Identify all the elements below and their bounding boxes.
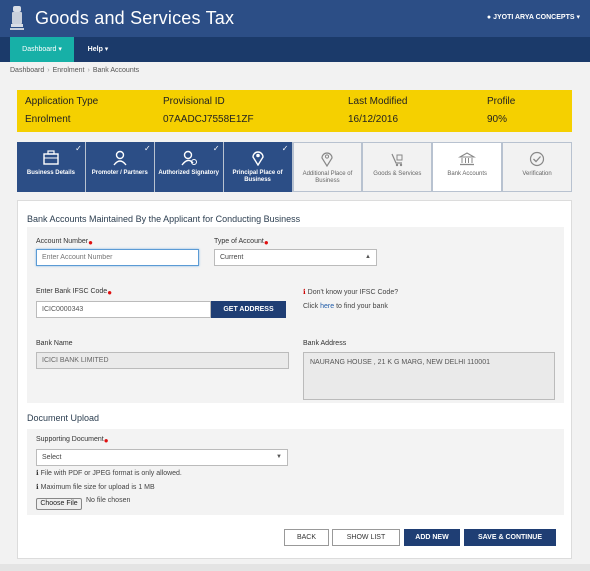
step-authorized-signatory[interactable]: ✓ Authorized Signatory [154, 142, 224, 192]
step-label: Additional Place of Business [302, 171, 353, 184]
nav-dashboard[interactable]: Dashboard ▾ [10, 37, 74, 62]
info-icon: ℹ [303, 289, 306, 296]
step-goods-services[interactable]: Goods & Services [362, 142, 433, 192]
supporting-document-select[interactable]: Select ▼ [36, 449, 288, 466]
step-label: Verification [522, 171, 552, 177]
nav-help-label: Help [87, 46, 103, 53]
goods-cart-icon [391, 153, 403, 167]
format-note: ℹ File with PDF or JPEG format is only al… [36, 470, 182, 477]
breadcrumb-enrolment[interactable]: Enrolment [53, 67, 85, 74]
last-modified-label: Last Modified [348, 96, 408, 107]
bank-section-title: Bank Accounts Maintained By the Applican… [27, 214, 301, 224]
check-icon: ✓ [281, 144, 289, 153]
application-type-value: Enrolment [25, 114, 71, 125]
account-type-label: Type of Account● [214, 238, 269, 247]
back-button[interactable]: BACK [284, 529, 329, 546]
step-label: Goods & Services [373, 171, 422, 177]
provisional-id-value: 07AADCJ7558E1ZF [163, 114, 254, 125]
bank-name-label: Bank Name [36, 340, 73, 347]
ifsc-help-link[interactable]: here [320, 303, 334, 310]
top-header: Goods and Services Tax ● JYOTI ARYA CONC… [0, 0, 590, 37]
size-note: ℹ Maximum file size for upload is 1 MB [36, 484, 155, 491]
save-continue-button[interactable]: SAVE & CONTINUE [464, 529, 556, 546]
step-additional-place[interactable]: Additional Place of Business [292, 142, 363, 192]
breadcrumb-dashboard[interactable]: Dashboard [10, 67, 44, 74]
ifsc-label: Enter Bank IFSC Code● [36, 288, 113, 297]
step-label: Authorized Signatory [158, 170, 220, 176]
select-caret-icon: ▼ [276, 454, 282, 460]
step-label: Bank Accounts [447, 171, 488, 177]
bank-address-field: NAURANG HOUSE , 21 K G MARG, NEW DELHI 1… [303, 352, 555, 400]
footer-strip [0, 564, 590, 571]
check-circle-icon [529, 151, 545, 167]
show-list-button[interactable]: SHOW LIST [332, 529, 400, 546]
application-banner: Application Type Enrolment Provisional I… [17, 90, 572, 132]
ifsc-help-question: ℹ Don't know your IFSC Code? [303, 289, 399, 296]
info-icon: ℹ [36, 470, 39, 477]
account-number-label: Account Number● [36, 238, 93, 247]
supporting-document-value: Select [42, 454, 62, 461]
user-name: JYOTI ARYA CONCEPTS [493, 14, 575, 21]
location-pin-plus-icon [321, 152, 334, 167]
account-type-select[interactable]: Current ▲ [214, 249, 377, 266]
add-new-button[interactable]: ADD NEW [404, 529, 460, 546]
step-label: Business Details [26, 170, 75, 176]
bank-name-field: ICICI BANK LIMITED [36, 352, 289, 369]
document-section-title: Document Upload [27, 413, 100, 423]
step-label: Principal Place of Business [232, 170, 283, 183]
application-type-label: Application Type [25, 96, 99, 107]
ifsc-input[interactable] [36, 301, 211, 318]
step-business-details[interactable]: ✓ Business Details [17, 142, 86, 192]
chevron-down-icon: ▾ [574, 14, 580, 21]
breadcrumb-bank-accounts: Bank Accounts [92, 67, 140, 74]
provisional-id-label: Provisional ID [163, 96, 225, 107]
step-label: Promoter / Partners [91, 170, 148, 176]
briefcase-icon [43, 150, 59, 165]
check-icon: ✓ [144, 144, 151, 153]
location-pin-icon [251, 151, 264, 166]
breadcrumb: Dashboard › Enrolment › Bank Accounts [10, 67, 140, 74]
signatory-icon [181, 150, 197, 166]
chevron-down-icon: ▾ [58, 46, 62, 53]
check-icon: ✓ [75, 144, 82, 153]
profile-value: 90% [487, 114, 508, 125]
no-file-text: No file chosen [86, 497, 131, 504]
last-modified-value: 16/12/2016 [348, 114, 399, 125]
choose-file-button[interactable]: Choose File [36, 498, 82, 510]
account-type-value: Current [220, 254, 244, 261]
person-icon [113, 150, 127, 166]
main-nav: Dashboard ▾ Help ▾ [0, 37, 590, 62]
nav-dashboard-label: Dashboard [22, 46, 57, 53]
user-menu[interactable]: ● JYOTI ARYA CONCEPTS ▾ [487, 13, 580, 21]
select-caret-icon: ▲ [365, 254, 371, 260]
check-icon: ✓ [212, 144, 220, 153]
step-promoter-partners[interactable]: ✓ Promoter / Partners [85, 142, 155, 192]
ifsc-help-link-text: Click here to find your bank [303, 303, 388, 310]
step-principal-place[interactable]: ✓ Principal Place of Business [223, 142, 293, 192]
step-verification[interactable]: Verification [502, 142, 572, 192]
info-icon: ℹ [36, 484, 39, 491]
enrolment-steps: ✓ Business Details ✓ Promoter / Partners… [17, 142, 572, 192]
chevron-down-icon: ▾ [104, 46, 109, 53]
bank-icon [458, 152, 477, 166]
national-emblem-icon [10, 6, 24, 30]
profile-label: Profile [487, 96, 516, 107]
get-address-button[interactable]: GET ADDRESS [211, 301, 286, 318]
step-bank-accounts[interactable]: Bank Accounts [432, 142, 503, 192]
account-number-input[interactable] [36, 249, 199, 266]
site-title[interactable]: Goods and Services Tax [35, 8, 234, 29]
bank-address-label: Bank Address [303, 340, 347, 347]
supporting-document-label: Supporting Document● [36, 436, 109, 445]
nav-help[interactable]: Help ▾ [78, 37, 118, 62]
bank-accounts-panel: Bank Accounts Maintained By the Applican… [17, 200, 572, 559]
